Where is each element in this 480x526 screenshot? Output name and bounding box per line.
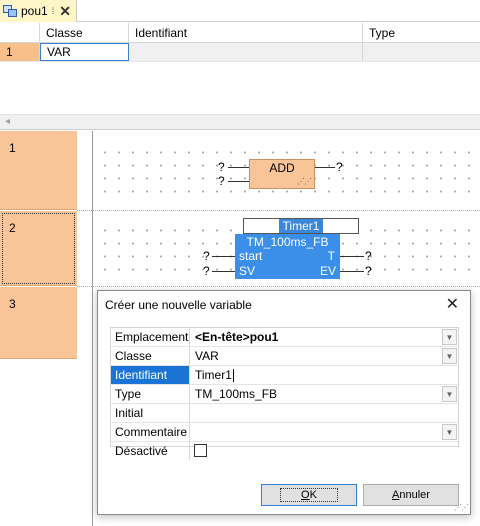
column-header-type[interactable]: Type <box>363 23 480 42</box>
emplacement-select[interactable]: <En-tête> pou1 <box>191 328 441 346</box>
classe-select[interactable]: VAR <box>191 347 441 365</box>
unknown-input-1[interactable]: ? <box>218 160 225 174</box>
field-label: Désactivé <box>111 442 190 460</box>
field-row-identifiant[interactable]: Identifiant Timer1 <box>111 366 458 385</box>
unknown-output-ev[interactable]: ? <box>365 264 372 278</box>
close-icon[interactable]: ✕ <box>446 294 459 314</box>
field-label: Initial <box>111 404 190 422</box>
wire <box>340 271 364 272</box>
dialog-title: Créer une nouvelle variable <box>105 298 252 312</box>
emplacement-header: <En-tête> <box>195 330 250 344</box>
table-row[interactable]: 1 VAR <box>0 43 480 62</box>
field-row-desactive[interactable]: Désactivé <box>111 442 458 461</box>
field-label: Classe <box>111 347 190 365</box>
tab-label: pou1 <box>21 4 48 18</box>
create-variable-dialog: Créer une nouvelle variable ✕ Emplacemen… <box>97 290 471 515</box>
unknown-input-start[interactable]: ? <box>203 249 210 263</box>
wire <box>228 181 249 182</box>
pin-icon[interactable]: ⁞ <box>52 6 55 16</box>
pin-start: start <box>239 249 263 263</box>
editor-tab-strip: pou1 ⁞ ✕ <box>0 0 480 22</box>
timer-block[interactable]: TM_100ms_FB start SV T EV <box>235 234 340 279</box>
cell-identifiant[interactable] <box>129 43 363 61</box>
cell-classe[interactable]: VAR <box>40 43 129 61</box>
instance-name[interactable]: Timer1 <box>278 219 324 233</box>
chevron-down-icon[interactable]: ▼ <box>442 386 457 402</box>
horizontal-scrollbar[interactable]: ◂ <box>0 114 480 130</box>
timer-block-type: TM_100ms_FB <box>246 235 329 249</box>
add-block-name: ADD <box>269 161 295 175</box>
variable-table: Classe Identifiant Type 1 VAR <box>0 23 480 62</box>
column-header-number <box>0 23 40 42</box>
field-label: Identifiant <box>111 366 190 384</box>
table-header: Classe Identifiant Type <box>0 23 480 43</box>
unknown-output[interactable]: ? <box>336 160 343 174</box>
field-label: Commentaire <box>111 423 190 441</box>
field-label: Type <box>111 385 190 403</box>
wire <box>315 167 335 168</box>
identifiant-input[interactable]: Timer1 <box>191 366 441 384</box>
field-label: Emplacement <box>111 328 190 346</box>
pin-sv: SV <box>239 264 256 278</box>
property-grid: Emplacement <En-tête> pou1 ▼ Classe VAR … <box>110 327 459 460</box>
rung-number-3[interactable]: 3 <box>0 287 77 359</box>
row-number[interactable]: 1 <box>0 43 40 61</box>
cancel-button[interactable]: Annuler <box>363 484 459 506</box>
unknown-input-sv[interactable]: ? <box>203 264 210 278</box>
column-header-classe[interactable]: Classe <box>40 23 129 42</box>
pin-t: T <box>327 249 335 263</box>
wire <box>228 167 249 168</box>
add-block[interactable]: ADD ⋰⋰ <box>249 159 315 189</box>
rung-number-1[interactable]: 1 <box>0 131 77 210</box>
commentaire-input[interactable] <box>191 423 441 441</box>
chevron-down-icon[interactable]: ▼ <box>442 424 457 440</box>
field-row-classe[interactable]: Classe VAR ▼ <box>111 347 458 366</box>
rung-separator <box>77 286 480 287</box>
ok-button-label: OK <box>280 488 338 502</box>
wire <box>212 256 235 257</box>
instance-name-field[interactable]: Timer1 <box>243 218 359 234</box>
emplacement-value: pou1 <box>249 330 279 344</box>
initial-input[interactable] <box>191 404 441 422</box>
identifiant-value[interactable]: Timer1 <box>195 368 232 382</box>
wire <box>212 271 235 272</box>
pin-ev: EV <box>319 264 336 278</box>
chevron-down-icon[interactable]: ▼ <box>442 329 457 345</box>
text-caret <box>232 368 234 382</box>
type-select[interactable]: TM_100ms_FB <box>191 385 441 403</box>
unknown-input-2[interactable]: ? <box>218 174 225 188</box>
unknown-output-t[interactable]: ? <box>365 249 372 263</box>
column-header-identifiant[interactable]: Identifiant <box>129 23 363 42</box>
cell-type[interactable] <box>363 43 480 61</box>
field-row-emplacement[interactable]: Emplacement <En-tête> pou1 ▼ <box>111 328 458 347</box>
field-row-initial[interactable]: Initial <box>111 404 458 423</box>
field-row-commentaire[interactable]: Commentaire ▼ <box>111 423 458 442</box>
tab-pou1[interactable]: pou1 ⁞ ✕ <box>0 0 77 22</box>
close-icon[interactable]: ✕ <box>59 3 71 20</box>
resize-grip-icon[interactable]: ⋰⋰ <box>454 503 469 512</box>
desactive-checkbox[interactable] <box>194 444 207 457</box>
wire <box>340 256 364 257</box>
pou-icon <box>3 4 18 18</box>
scroll-left-icon[interactable]: ◂ <box>5 116 10 127</box>
chevron-down-icon[interactable]: ▼ <box>442 348 457 364</box>
rung-separator <box>77 210 480 211</box>
cancel-button-label: Annuler <box>392 489 430 501</box>
rung-number-2[interactable]: 2 <box>0 211 77 286</box>
resize-grip-icon[interactable]: ⋰⋰ <box>297 177 312 186</box>
ok-button[interactable]: OK <box>261 484 357 506</box>
field-row-type[interactable]: Type TM_100ms_FB ▼ <box>111 385 458 404</box>
